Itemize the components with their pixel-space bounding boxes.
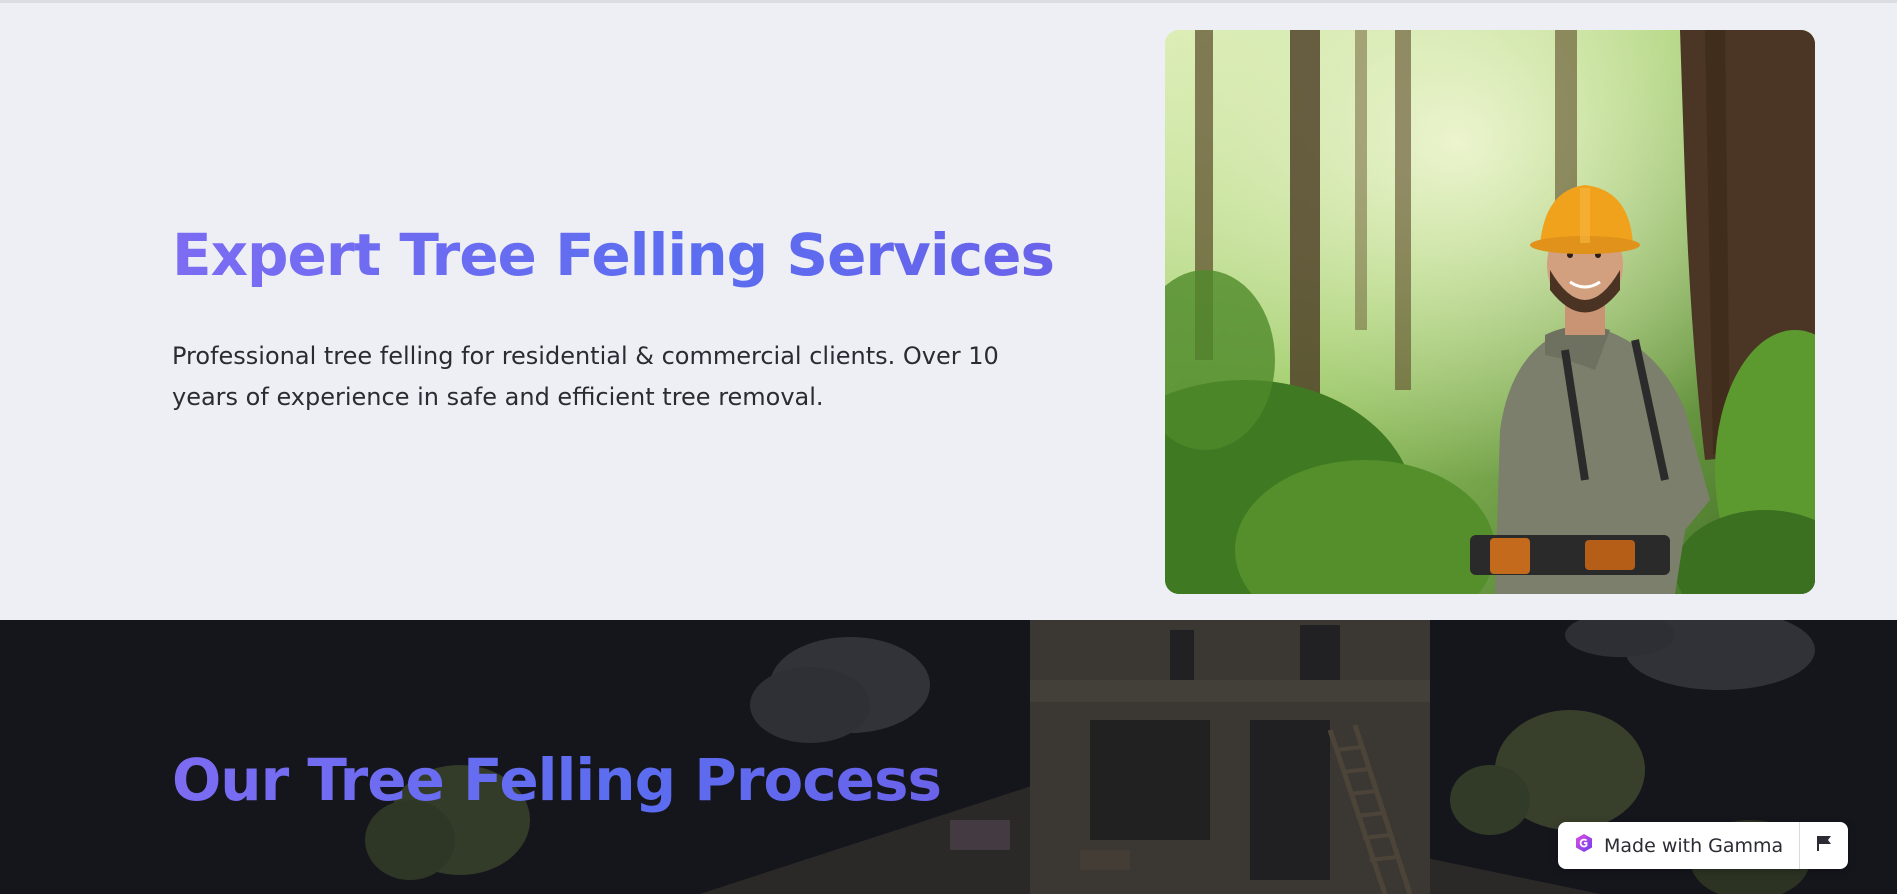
gamma-logo-icon — [1574, 833, 1594, 858]
made-with-gamma-link[interactable]: Made with Gamma — [1558, 822, 1799, 869]
hero-description: Professional tree felling for residentia… — [172, 342, 999, 411]
hero-section: Expert Tree Felling Services Professiona… — [0, 3, 1897, 620]
badge-label: Made with Gamma — [1604, 834, 1784, 857]
report-flag-button[interactable] — [1800, 822, 1848, 869]
process-title: Our Tree Felling Process — [172, 746, 942, 814]
hero-title: Expert Tree Felling Services — [172, 221, 1055, 289]
made-with-gamma-badge: Made with Gamma — [1558, 822, 1849, 869]
page: Expert Tree Felling Services Professiona… — [0, 0, 1897, 894]
arborist-photo — [1165, 30, 1815, 594]
flag-icon — [1815, 834, 1833, 857]
